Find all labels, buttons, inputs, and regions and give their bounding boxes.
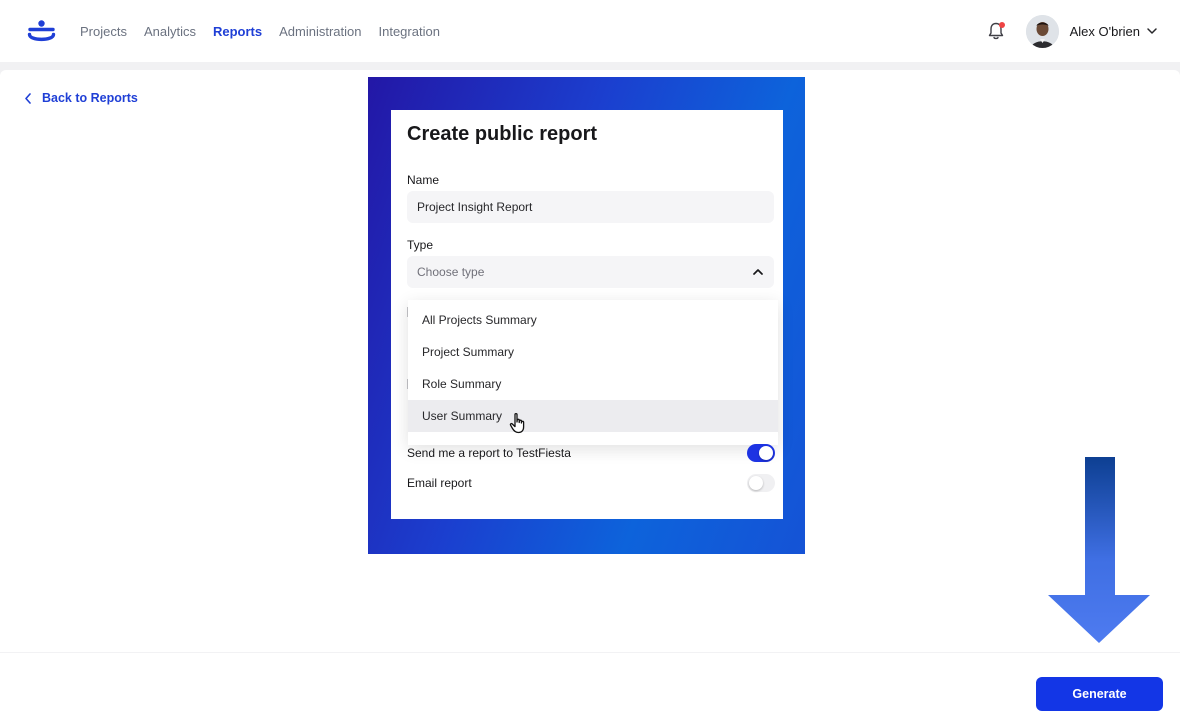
option-role-summary[interactable]: Role Summary — [408, 368, 778, 400]
email-report-row: Email report — [407, 474, 775, 492]
user-name[interactable]: Alex O'brien — [1070, 24, 1140, 39]
name-label: Name — [407, 173, 440, 187]
main-panel: Back to Reports Create public report Nam… — [0, 70, 1180, 652]
option-user-summary[interactable]: User Summary — [408, 400, 778, 434]
notification-dot — [998, 22, 1005, 28]
app-logo[interactable] — [27, 20, 56, 42]
toggle-knob — [749, 476, 763, 490]
type-label: Type — [407, 238, 434, 252]
option-project-summary[interactable]: Project Summary — [408, 336, 778, 368]
nav-analytics[interactable]: Analytics — [144, 24, 196, 39]
back-link-label: Back to Reports — [42, 91, 138, 105]
hand-cursor-icon — [509, 412, 525, 434]
type-dropdown: All Projects Summary Project Summary Rol… — [408, 300, 778, 445]
nav-administration[interactable]: Administration — [279, 24, 361, 39]
type-select[interactable]: Choose type — [407, 256, 774, 288]
form-showcase: Create public report Name Project Insigh… — [368, 77, 805, 554]
form-title: Create public report — [407, 123, 598, 145]
avatar-image — [1025, 14, 1059, 48]
send-report-label: Send me a report to TestFiesta — [407, 446, 571, 460]
create-report-form: Create public report Name Project Insigh… — [391, 110, 783, 519]
generate-button[interactable]: Generate — [1036, 677, 1163, 711]
type-placeholder: Choose type — [417, 265, 485, 279]
nav-integration[interactable]: Integration — [379, 24, 440, 39]
main-nav: Projects Analytics Reports Administratio… — [80, 24, 440, 39]
option-all-projects-summary[interactable]: All Projects Summary — [408, 304, 778, 336]
user-area: Alex O'brien — [985, 14, 1158, 48]
down-arrow-icon — [1048, 457, 1150, 643]
toggle-knob — [759, 446, 773, 460]
nav-reports[interactable]: Reports — [213, 24, 262, 39]
send-report-row: Send me a report to TestFiesta — [407, 444, 775, 462]
top-nav: Projects Analytics Reports Administratio… — [0, 0, 1180, 62]
chevron-left-icon — [25, 92, 31, 104]
chevron-up-icon — [753, 269, 763, 275]
option-user-summary-label: User Summary — [422, 409, 503, 423]
nav-projects[interactable]: Projects — [80, 24, 127, 39]
back-to-reports-link[interactable]: Back to Reports — [24, 91, 138, 105]
send-report-toggle[interactable] — [747, 444, 775, 462]
email-report-label: Email report — [407, 476, 472, 490]
name-field[interactable]: Project Insight Report — [407, 191, 774, 223]
avatar[interactable] — [1025, 14, 1059, 48]
email-report-toggle[interactable] — [747, 474, 775, 492]
chevron-down-icon[interactable] — [1146, 25, 1158, 37]
notifications-button[interactable] — [985, 20, 1007, 42]
footer-bar: Generate — [0, 652, 1180, 722]
